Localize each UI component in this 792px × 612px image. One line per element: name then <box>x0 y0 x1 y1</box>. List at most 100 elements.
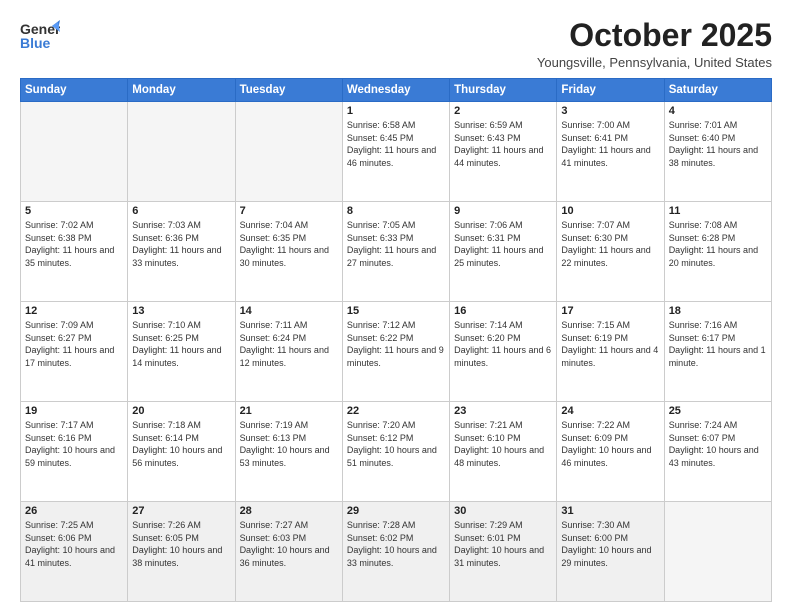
day-info: Sunrise: 7:29 AM Sunset: 6:01 PM Dayligh… <box>454 519 552 569</box>
calendar-table: SundayMondayTuesdayWednesdayThursdayFrid… <box>20 78 772 602</box>
calendar-cell: 12 Sunrise: 7:09 AM Sunset: 6:27 PM Dayli… <box>21 302 128 402</box>
day-info: Sunrise: 7:30 AM Sunset: 6:00 PM Dayligh… <box>561 519 659 569</box>
calendar-cell: 11Sunrise: 7:08 AM Sunset: 6:28 PM Dayli… <box>664 202 771 302</box>
day-info: Sunrise: 7:07 AM Sunset: 6:30 PM Dayligh… <box>561 219 659 269</box>
day-header-monday: Monday <box>128 79 235 102</box>
day-number: 9 <box>454 205 552 217</box>
day-info: Sunrise: 6:59 AM Sunset: 6:43 PM Dayligh… <box>454 119 552 169</box>
calendar-header-row: SundayMondayTuesdayWednesdayThursdayFrid… <box>21 79 772 102</box>
day-info: Sunrise: 7:17 AM Sunset: 6:16 PM Dayligh… <box>25 419 123 469</box>
day-number: 21 <box>240 405 338 417</box>
day-info: Sunrise: 7:18 AM Sunset: 6:14 PM Dayligh… <box>132 419 230 469</box>
day-info: Sunrise: 6:58 AM Sunset: 6:45 PM Dayligh… <box>347 119 445 169</box>
day-header-tuesday: Tuesday <box>235 79 342 102</box>
day-number: 25 <box>669 405 767 417</box>
calendar-cell: 7 Sunrise: 7:04 AM Sunset: 6:35 PM Daylig… <box>235 202 342 302</box>
calendar-cell <box>21 102 128 202</box>
calendar-cell <box>128 102 235 202</box>
day-info: Sunrise: 7:04 AM Sunset: 6:35 PM Dayligh… <box>240 219 338 269</box>
day-info: Sunrise: 7:27 AM Sunset: 6:03 PM Dayligh… <box>240 519 338 569</box>
day-number: 31 <box>561 505 659 517</box>
calendar-cell: 6 Sunrise: 7:03 AM Sunset: 6:36 PM Daylig… <box>128 202 235 302</box>
day-info: Sunrise: 7:05 AM Sunset: 6:33 PM Dayligh… <box>347 219 445 269</box>
day-header-sunday: Sunday <box>21 79 128 102</box>
day-number: 7 <box>240 205 338 217</box>
day-info: Sunrise: 7:00 AM Sunset: 6:41 PM Dayligh… <box>561 119 659 169</box>
logo-icon: General Blue <box>20 18 60 54</box>
calendar-cell: 31 Sunrise: 7:30 AM Sunset: 6:00 PM Dayli… <box>557 502 664 602</box>
calendar-cell: 8 Sunrise: 7:05 AM Sunset: 6:33 PM Daylig… <box>342 202 449 302</box>
day-number: 23 <box>454 405 552 417</box>
day-header-wednesday: Wednesday <box>342 79 449 102</box>
day-number: 4 <box>669 105 767 117</box>
calendar-cell: 3Sunrise: 7:00 AM Sunset: 6:41 PM Daylig… <box>557 102 664 202</box>
day-number: 22 <box>347 405 445 417</box>
day-info: Sunrise: 7:10 AM Sunset: 6:25 PM Dayligh… <box>132 319 230 369</box>
calendar-cell: 30 Sunrise: 7:29 AM Sunset: 6:01 PM Dayli… <box>450 502 557 602</box>
calendar-cell: 20 Sunrise: 7:18 AM Sunset: 6:14 PM Dayli… <box>128 402 235 502</box>
calendar-cell <box>664 502 771 602</box>
day-info: Sunrise: 7:14 AM Sunset: 6:20 PM Dayligh… <box>454 319 552 369</box>
day-info: Sunrise: 7:16 AM Sunset: 6:17 PM Dayligh… <box>669 319 767 369</box>
location: Youngsville, Pennsylvania, United States <box>537 55 772 70</box>
calendar-cell: 1 Sunrise: 6:58 AM Sunset: 6:45 PM Daylig… <box>342 102 449 202</box>
day-info: Sunrise: 7:08 AM Sunset: 6:28 PM Dayligh… <box>669 219 767 269</box>
day-info: Sunrise: 7:26 AM Sunset: 6:05 PM Dayligh… <box>132 519 230 569</box>
calendar-cell: 4 Sunrise: 7:01 AM Sunset: 6:40 PM Daylig… <box>664 102 771 202</box>
day-number: 18 <box>669 305 767 317</box>
calendar-week-row: 26Sunrise: 7:25 AM Sunset: 6:06 PM Dayli… <box>21 502 772 602</box>
day-number: 24 <box>561 405 659 417</box>
day-info: Sunrise: 7:20 AM Sunset: 6:12 PM Dayligh… <box>347 419 445 469</box>
calendar-cell: 19 Sunrise: 7:17 AM Sunset: 6:16 PM Dayli… <box>21 402 128 502</box>
day-number: 2 <box>454 105 552 117</box>
calendar-cell: 25Sunrise: 7:24 AM Sunset: 6:07 PM Dayli… <box>664 402 771 502</box>
calendar-cell: 23 Sunrise: 7:21 AM Sunset: 6:10 PM Dayli… <box>450 402 557 502</box>
day-number: 17 <box>561 305 659 317</box>
day-info: Sunrise: 7:02 AM Sunset: 6:38 PM Dayligh… <box>25 219 123 269</box>
day-info: Sunrise: 7:06 AM Sunset: 6:31 PM Dayligh… <box>454 219 552 269</box>
day-number: 10 <box>561 205 659 217</box>
day-info: Sunrise: 7:28 AM Sunset: 6:02 PM Dayligh… <box>347 519 445 569</box>
calendar-cell: 10 Sunrise: 7:07 AM Sunset: 6:30 PM Dayli… <box>557 202 664 302</box>
calendar-cell: 16Sunrise: 7:14 AM Sunset: 6:20 PM Dayli… <box>450 302 557 402</box>
title-block: October 2025 Youngsville, Pennsylvania, … <box>537 18 772 70</box>
day-number: 12 <box>25 305 123 317</box>
calendar-week-row: 5 Sunrise: 7:02 AM Sunset: 6:38 PM Daylig… <box>21 202 772 302</box>
day-info: Sunrise: 7:19 AM Sunset: 6:13 PM Dayligh… <box>240 419 338 469</box>
day-info: Sunrise: 7:21 AM Sunset: 6:10 PM Dayligh… <box>454 419 552 469</box>
calendar-cell: 24 Sunrise: 7:22 AM Sunset: 6:09 PM Dayli… <box>557 402 664 502</box>
day-info: Sunrise: 7:22 AM Sunset: 6:09 PM Dayligh… <box>561 419 659 469</box>
calendar-cell: 18 Sunrise: 7:16 AM Sunset: 6:17 PM Dayli… <box>664 302 771 402</box>
day-info: Sunrise: 7:09 AM Sunset: 6:27 PM Dayligh… <box>25 319 123 369</box>
day-number: 26 <box>25 505 123 517</box>
day-number: 1 <box>347 105 445 117</box>
day-header-friday: Friday <box>557 79 664 102</box>
calendar-cell: 9 Sunrise: 7:06 AM Sunset: 6:31 PM Daylig… <box>450 202 557 302</box>
calendar-cell: 15 Sunrise: 7:12 AM Sunset: 6:22 PM Dayli… <box>342 302 449 402</box>
day-info: Sunrise: 7:01 AM Sunset: 6:40 PM Dayligh… <box>669 119 767 169</box>
calendar-week-row: 1 Sunrise: 6:58 AM Sunset: 6:45 PM Daylig… <box>21 102 772 202</box>
calendar-week-row: 12 Sunrise: 7:09 AM Sunset: 6:27 PM Dayli… <box>21 302 772 402</box>
calendar-cell: 5 Sunrise: 7:02 AM Sunset: 6:38 PM Daylig… <box>21 202 128 302</box>
day-number: 20 <box>132 405 230 417</box>
day-number: 6 <box>132 205 230 217</box>
day-number: 5 <box>25 205 123 217</box>
calendar-cell: 28Sunrise: 7:27 AM Sunset: 6:03 PM Dayli… <box>235 502 342 602</box>
calendar-cell: 14Sunrise: 7:11 AM Sunset: 6:24 PM Dayli… <box>235 302 342 402</box>
day-number: 27 <box>132 505 230 517</box>
day-info: Sunrise: 7:12 AM Sunset: 6:22 PM Dayligh… <box>347 319 445 369</box>
calendar-cell: 27 Sunrise: 7:26 AM Sunset: 6:05 PM Dayli… <box>128 502 235 602</box>
calendar-cell: 26Sunrise: 7:25 AM Sunset: 6:06 PM Dayli… <box>21 502 128 602</box>
calendar-cell: 21 Sunrise: 7:19 AM Sunset: 6:13 PM Dayli… <box>235 402 342 502</box>
day-number: 15 <box>347 305 445 317</box>
calendar-cell: 17Sunrise: 7:15 AM Sunset: 6:19 PM Dayli… <box>557 302 664 402</box>
header: General Blue October 2025 Youngsville, P… <box>20 18 772 70</box>
month-title: October 2025 <box>537 18 772 53</box>
day-number: 19 <box>25 405 123 417</box>
day-info: Sunrise: 7:03 AM Sunset: 6:36 PM Dayligh… <box>132 219 230 269</box>
day-number: 30 <box>454 505 552 517</box>
day-header-thursday: Thursday <box>450 79 557 102</box>
logo: General Blue <box>20 18 60 54</box>
day-number: 8 <box>347 205 445 217</box>
calendar-cell: 2 Sunrise: 6:59 AM Sunset: 6:43 PM Daylig… <box>450 102 557 202</box>
